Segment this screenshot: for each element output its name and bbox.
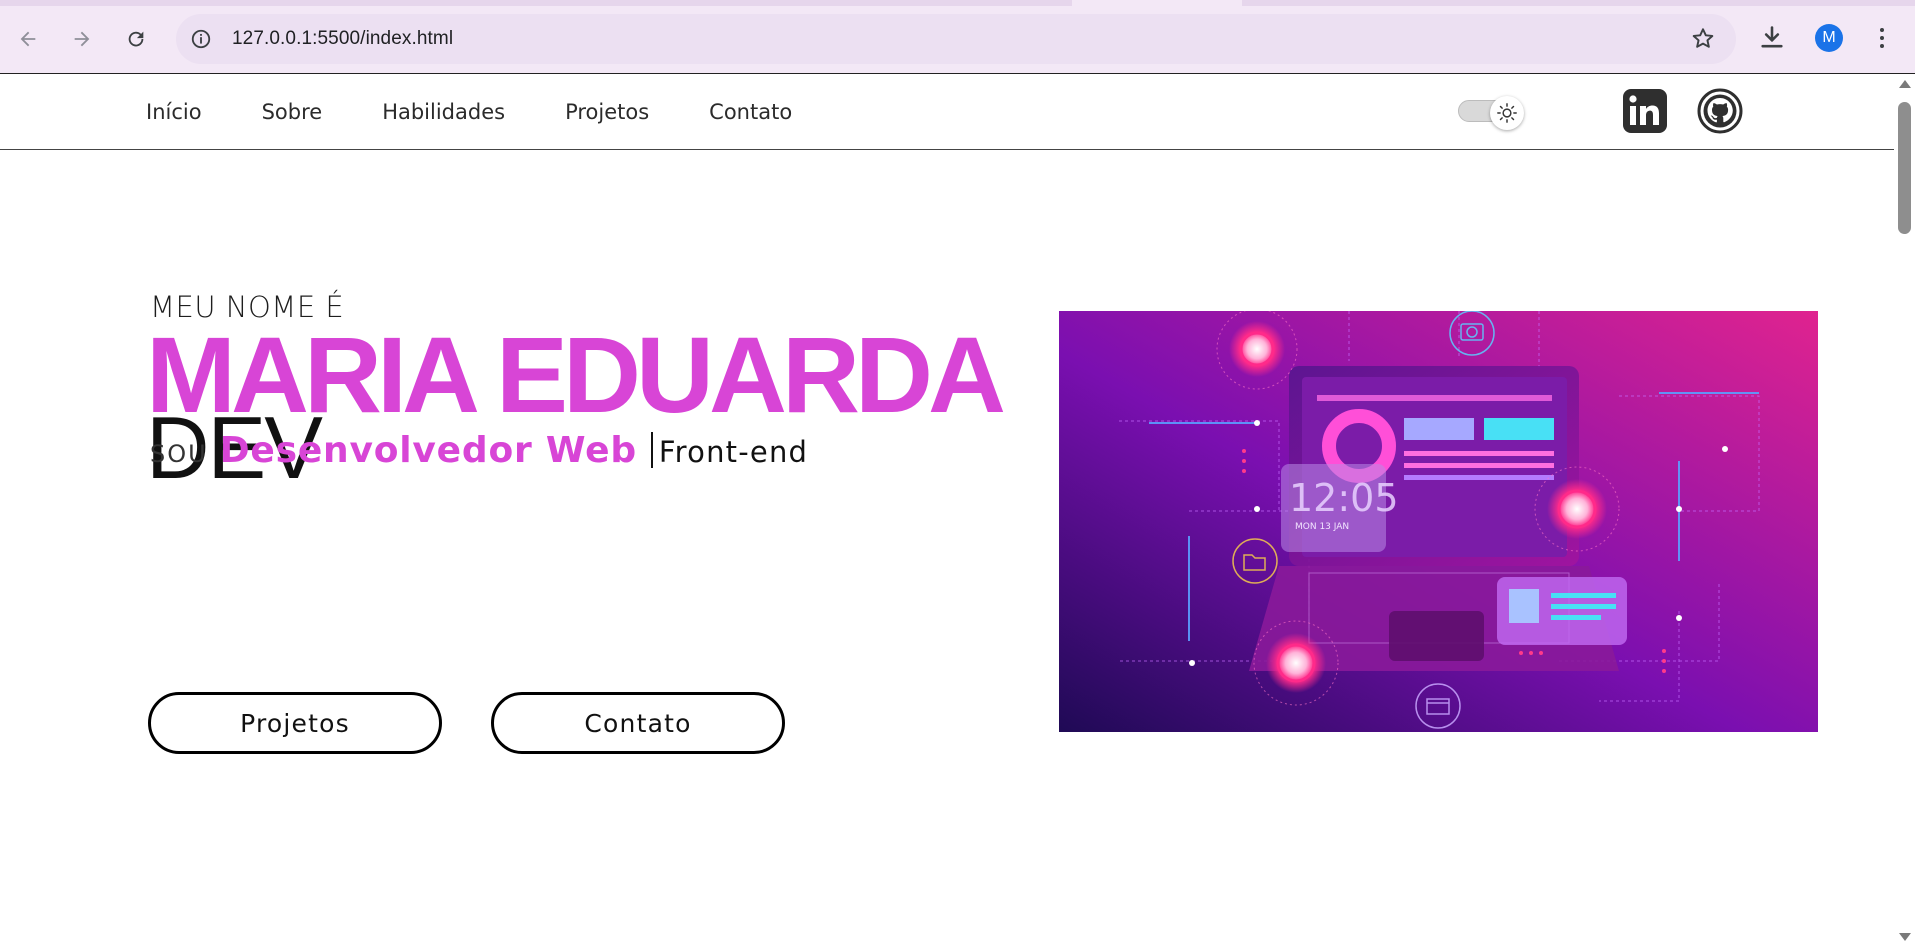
hero-sou: SOU — [150, 440, 208, 468]
active-tab[interactable] — [1072, 0, 1242, 6]
scroll-up-arrow-icon[interactable] — [1899, 80, 1911, 88]
page: Início Sobre Habilidades Projetos Contat… — [0, 74, 1894, 947]
site-info-icon[interactable] — [190, 28, 212, 50]
sun-icon — [1490, 96, 1524, 130]
illustration-date: MON 13 JAN — [1295, 522, 1349, 532]
url-text[interactable]: 127.0.0.1:5500/index.html — [232, 28, 453, 50]
typing-cursor — [650, 432, 653, 468]
scroll-down-arrow-icon[interactable] — [1899, 933, 1911, 941]
site-header: Início Sobre Habilidades Projetos Contat… — [0, 74, 1894, 150]
hero-illustration: 12:05 MON 13 JAN — [1059, 311, 1818, 732]
linkedin-icon[interactable] — [1622, 88, 1668, 134]
github-icon[interactable] — [1697, 88, 1743, 134]
reload-icon[interactable] — [118, 21, 154, 57]
contato-button[interactable]: Contato — [491, 692, 785, 754]
nav-link-habilidades[interactable]: Habilidades — [382, 100, 505, 124]
bookmark-star-icon[interactable] — [1690, 26, 1716, 52]
nav-link-inicio[interactable]: Início — [146, 100, 202, 124]
hero-suffix: Front-end — [658, 435, 809, 469]
projetos-button[interactable]: Projetos — [148, 692, 442, 754]
theme-toggle[interactable] — [1458, 96, 1526, 130]
browser-toolbar: 127.0.0.1:5500/index.html M — [0, 0, 1915, 74]
illustration-clock: 12:05 — [1289, 476, 1399, 520]
browser-menu-icon[interactable] — [1872, 24, 1892, 52]
page-scrollbar[interactable] — [1894, 74, 1915, 947]
forward-icon[interactable] — [64, 21, 100, 57]
hero-typed-text: Desenvolvedor Web — [219, 430, 637, 471]
address-bar[interactable]: 127.0.0.1:5500/index.html — [176, 14, 1736, 64]
nav-link-projetos[interactable]: Projetos — [565, 100, 649, 124]
nav-links: Início Sobre Habilidades Projetos Contat… — [146, 100, 852, 124]
profile-avatar[interactable]: M — [1815, 24, 1843, 52]
nav-link-sobre[interactable]: Sobre — [262, 100, 323, 124]
download-icon[interactable] — [1758, 24, 1786, 52]
back-icon[interactable] — [10, 21, 46, 57]
hero-tagline: SOU Desenvolvedor Web Front-end — [150, 426, 808, 471]
tab-strip — [0, 0, 1915, 6]
scrollbar-thumb[interactable] — [1898, 102, 1911, 234]
nav-link-contato[interactable]: Contato — [709, 100, 792, 124]
